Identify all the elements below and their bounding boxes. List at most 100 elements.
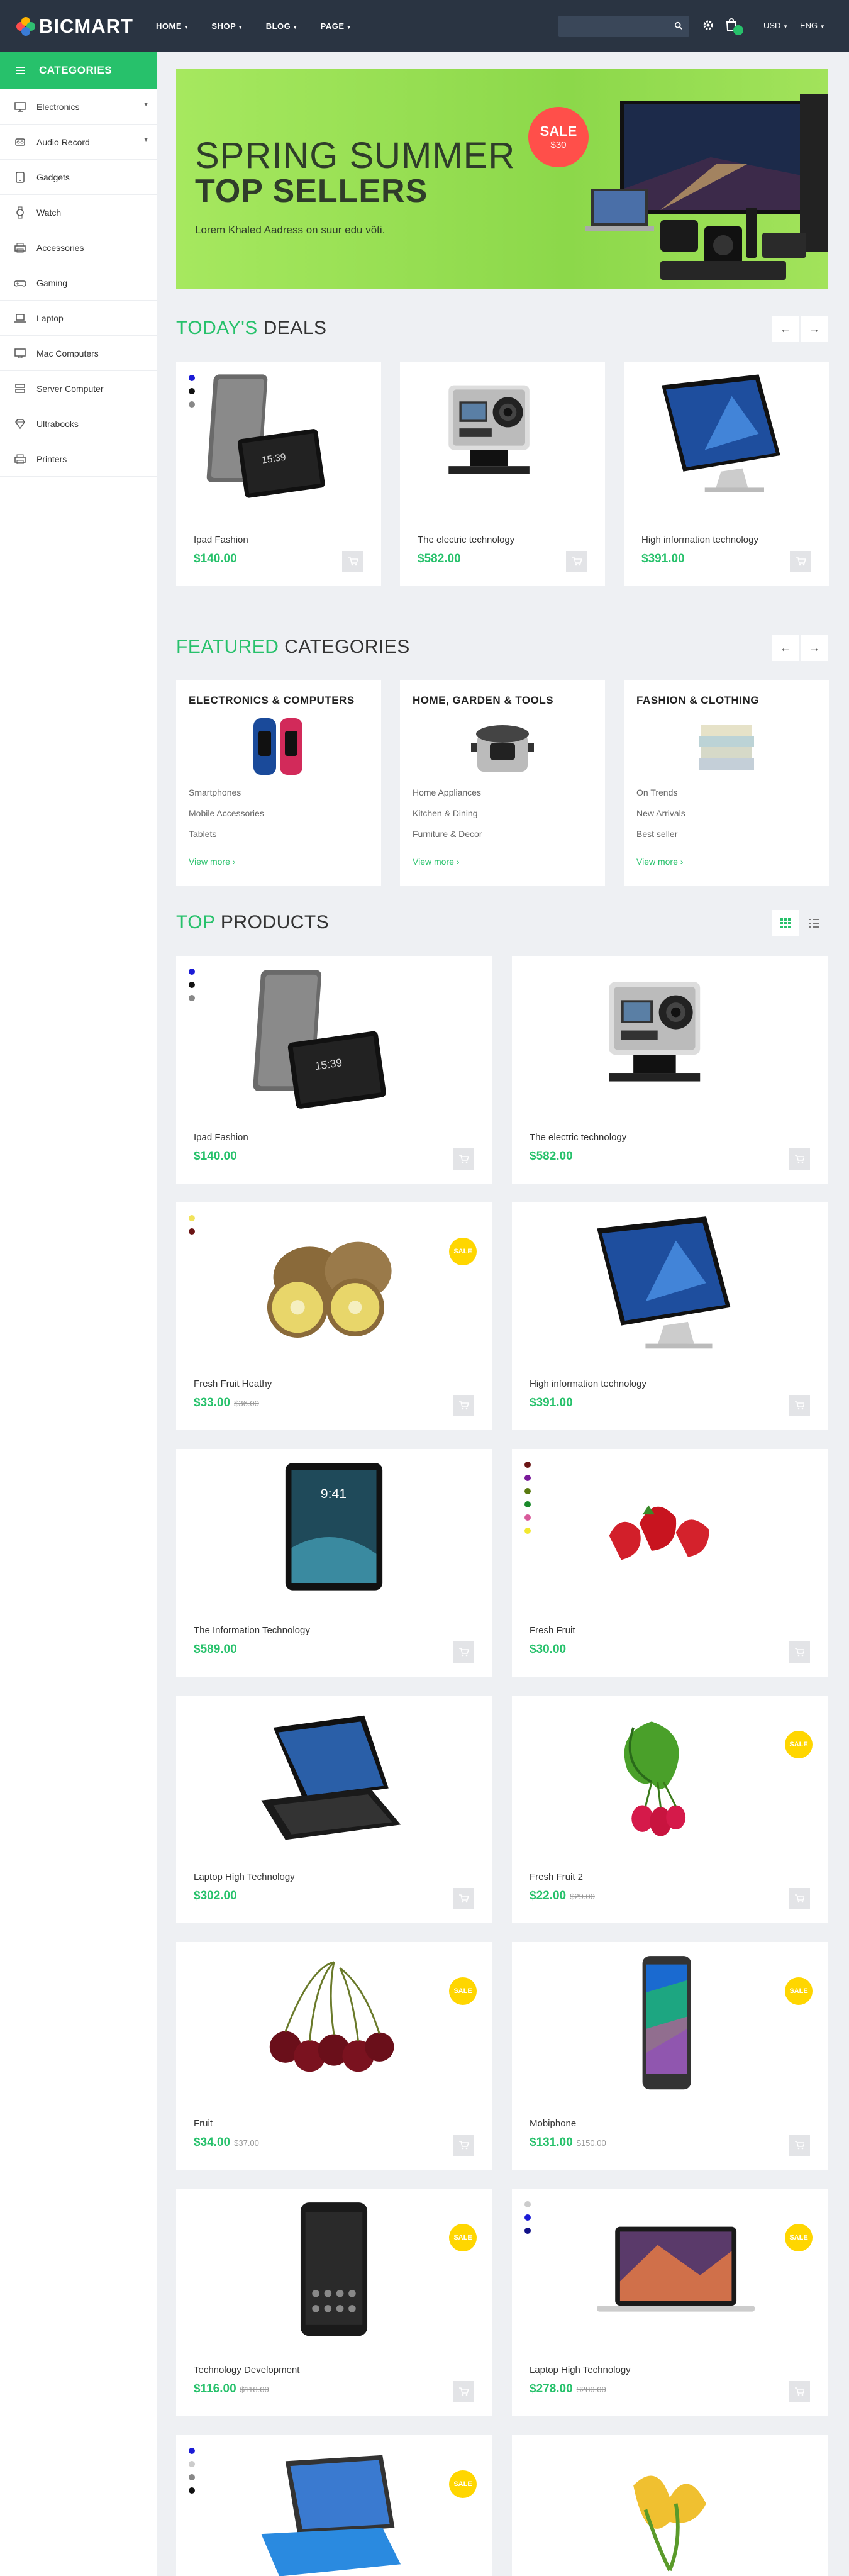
product-name[interactable]: Mobiphone [530,2118,576,2129]
chevron-down-icon[interactable]: ▼ [143,136,149,143]
sidebar-item-audio-record[interactable]: Audio Record ▼ [0,125,157,160]
add-to-cart-button[interactable] [789,2381,810,2402]
featured-category-link[interactable]: Smartphones [189,787,241,797]
featured-category-link[interactable]: Furniture & Decor [413,829,482,839]
grid-view-icon[interactable] [772,910,799,936]
ipad-image[interactable]: 9:41 [249,1460,419,1605]
language-select[interactable]: ENG ▼ [800,21,825,30]
gear-icon[interactable] [702,19,714,31]
product-name[interactable]: High information technology [530,1379,646,1389]
product-card[interactable]: SALE Mobiphone $131.00 $150.00 [512,1942,828,2170]
color-swatch[interactable] [524,1514,531,1521]
nav-item-page[interactable]: PAGE ▼ [321,21,352,31]
black-phone-image[interactable] [249,2200,419,2345]
add-to-cart-button[interactable] [789,2135,810,2156]
surface-laptop-image[interactable] [249,2446,419,2576]
add-to-cart-button[interactable] [453,1888,474,1909]
product-card[interactable]: SALE Technology Development $116.00 $118.00 [176,2189,492,2416]
search-icon[interactable] [674,21,683,30]
add-to-cart-button[interactable] [790,551,811,572]
product-card[interactable]: 9:41 The Information Technology $589.00 [176,1449,492,1677]
tablet-image[interactable]: 15:39 [203,374,354,499]
yellow-flowers-image[interactable] [585,2446,755,2576]
color-swatch[interactable] [189,1228,195,1235]
add-to-cart-button[interactable] [342,551,363,572]
add-to-cart-button[interactable] [453,1395,474,1416]
sidebar-item-laptop[interactable]: Laptop [0,301,157,336]
product-name[interactable]: High information technology [641,535,758,545]
color-swatch[interactable] [189,2448,195,2454]
color-swatch[interactable] [189,2487,195,2494]
color-swatch[interactable] [189,375,195,381]
sidebar-item-accessories[interactable]: Accessories [0,230,157,265]
featured-category-link[interactable]: Home Appliances [413,787,481,797]
product-name[interactable]: Fruit [194,2118,213,2129]
sidebar-item-gadgets[interactable]: Gadgets [0,160,157,195]
view-more-link[interactable]: View more › [413,857,459,867]
sidebar-item-printers[interactable]: Printers [0,441,157,477]
color-swatch[interactable] [524,1462,531,1468]
radish-image[interactable] [585,1707,755,1852]
color-swatch[interactable] [189,1215,195,1221]
action-camera-image[interactable] [427,374,578,499]
arrow-right-icon[interactable]: → [801,316,828,342]
featured-category-card[interactable]: FASHION & CLOTHING On Trends New Arrivals B… [624,680,829,886]
arrow-left-icon[interactable]: ← [772,316,799,342]
color-swatch[interactable] [189,995,195,1001]
product-name[interactable]: Fresh Fruit Heathy [194,1379,272,1389]
featured-category-card[interactable]: HOME, GARDEN & TOOLS Home Appliances Kitch… [400,680,605,886]
product-name[interactable]: Ipad Fashion [194,1132,248,1143]
smartphone-image[interactable] [585,1953,755,2098]
action-camera-image[interactable] [585,967,755,1112]
view-more-link[interactable]: View more › [189,857,235,867]
categories-header[interactable]: CATEGORIES [0,52,157,89]
product-card[interactable]: 15:39 Ipad Fashion $140.00 [176,956,492,1184]
color-swatch[interactable] [189,401,195,408]
add-to-cart-button[interactable] [453,2135,474,2156]
search-input[interactable] [558,16,689,37]
color-swatch[interactable] [189,2461,195,2467]
product-card[interactable]: SALE Fresh Fruit 2 $22.00 $29.00 [512,1696,828,1923]
color-swatch[interactable] [189,2474,195,2480]
sidebar-item-ultrabooks[interactable]: Ultrabooks [0,406,157,441]
nav-item-shop[interactable]: SHOP ▼ [211,21,243,31]
color-swatch[interactable] [524,2201,531,2207]
product-name[interactable]: The electric technology [418,535,514,545]
add-to-cart-button[interactable] [566,551,587,572]
add-to-cart-button[interactable] [453,2381,474,2402]
product-name[interactable]: Fresh Fruit [530,1625,575,1636]
color-swatch[interactable] [189,969,195,975]
featured-category-title[interactable]: ELECTRONICS & COMPUTERS [189,694,355,707]
featured-category-link[interactable]: Kitchen & Dining [413,808,478,818]
color-swatch[interactable] [189,388,195,394]
featured-category-title[interactable]: FASHION & CLOTHING [636,694,759,707]
product-card[interactable]: Fresh Fruit $30.00 [512,1449,828,1677]
sidebar-item-mac-computers[interactable]: Mac Computers [0,336,157,371]
product-name[interactable]: Laptop High Technology [530,2365,631,2375]
color-swatch[interactable] [524,2214,531,2221]
add-to-cart-button[interactable] [789,1395,810,1416]
product-card[interactable]: SALE Fruit $34.00 $37.00 [176,1942,492,2170]
nav-item-blog[interactable]: BLOG ▼ [266,21,298,31]
currency-select[interactable]: USD ▼ [763,21,788,30]
product-name[interactable]: The electric technology [530,1132,626,1143]
chevron-down-icon[interactable]: ▼ [143,101,149,108]
featured-category-card[interactable]: ELECTRONICS & COMPUTERS Smartphones Mobile… [176,680,381,886]
arrow-left-icon[interactable]: ← [772,635,799,661]
add-to-cart-button[interactable] [789,1641,810,1663]
nav-item-home[interactable]: HOME ▼ [156,21,189,31]
product-card[interactable]: High information technology $391.00 [512,1202,828,1430]
color-swatch[interactable] [524,2228,531,2234]
list-view-icon[interactable] [801,910,828,936]
strawberry-image[interactable] [585,1460,755,1605]
sidebar-item-gaming[interactable]: Gaming [0,265,157,301]
product-card[interactable] [512,2435,828,2576]
hero-banner[interactable]: SPRING SUMMER TOP SELLERS Lorem Khaled A… [176,69,828,289]
product-name[interactable]: Ipad Fashion [194,535,248,545]
product-card[interactable]: The electric technology $582.00 [512,956,828,1184]
color-swatch[interactable] [524,1475,531,1481]
sidebar-item-watch[interactable]: Watch [0,195,157,230]
sidebar-item-server-computer[interactable]: Server Computer [0,371,157,406]
logo[interactable]: BICMART [16,15,133,38]
color-swatch[interactable] [524,1528,531,1534]
